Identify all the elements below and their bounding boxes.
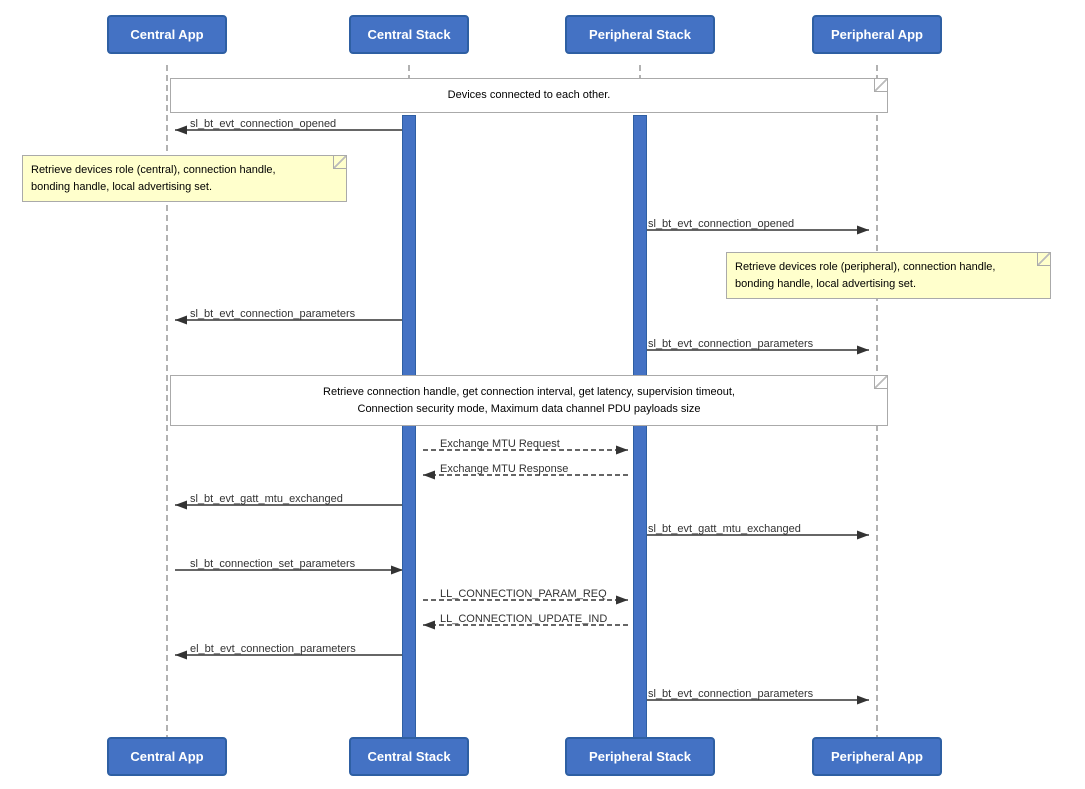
actor-central-stack-bottom: Central Stack (349, 737, 469, 776)
msg-label-5: Exchange MTU Request (440, 438, 560, 450)
msg-label-1: sl_bt_evt_connection_opened (190, 118, 336, 130)
note-connection-handle: Retrieve connection handle, get connecti… (170, 375, 888, 426)
actor-peripheral-stack-top: Peripheral Stack (565, 15, 715, 54)
msg-label-12: el_bt_evt_connection_parameters (190, 643, 356, 655)
note-central-role: Retrieve devices role (central), connect… (22, 155, 347, 202)
msg-label-2: sl_bt_evt_connection_opened (648, 218, 794, 230)
msg-label-4: sl_bt_evt_connection_parameters (648, 338, 813, 350)
note-peripheral-role: Retrieve devices role (peripheral), conn… (726, 252, 1051, 299)
actor-peripheral-app-top: Peripheral App (812, 15, 942, 54)
msg-label-10: LL_CONNECTION_PARAM_REQ (440, 588, 607, 600)
msg-label-11: LL_CONNECTION_UPDATE_IND (440, 613, 607, 625)
msg-label-6: Exchange MTU Response (440, 463, 568, 475)
msg-label-8: sl_bt_evt_gatt_mtu_exchanged (648, 523, 801, 535)
diagram-container: Central App Central Stack Peripheral Sta… (0, 0, 1085, 789)
actor-central-stack-top: Central Stack (349, 15, 469, 54)
actor-peripheral-stack-bottom: Peripheral Stack (565, 737, 715, 776)
actor-peripheral-app-bottom: Peripheral App (812, 737, 942, 776)
activation-bar-central-stack (402, 115, 416, 745)
msg-label-13: sl_bt_evt_connection_parameters (648, 688, 813, 700)
activation-bar-peripheral-stack (633, 115, 647, 745)
actor-central-app-bottom: Central App (107, 737, 227, 776)
msg-label-9: sl_bt_connection_set_parameters (190, 558, 355, 570)
actor-central-app-top: Central App (107, 15, 227, 54)
msg-label-7: sl_bt_evt_gatt_mtu_exchanged (190, 493, 343, 505)
msg-label-3: sl_bt_evt_connection_parameters (190, 308, 355, 320)
note-devices-connected: Devices connected to each other. (170, 78, 888, 113)
